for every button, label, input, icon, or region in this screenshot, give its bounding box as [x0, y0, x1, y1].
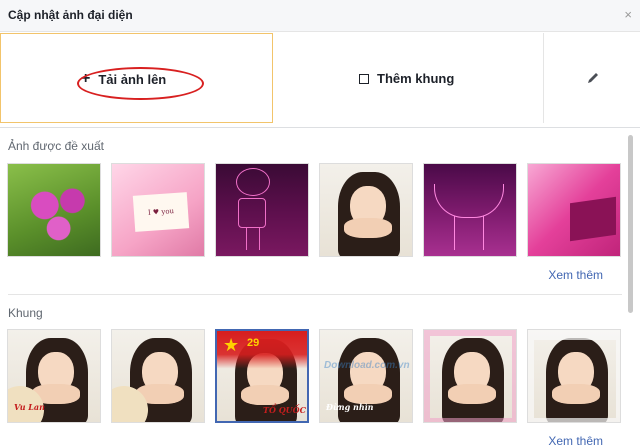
- add-frame-content: Thêm khung: [359, 71, 454, 86]
- add-frame-label: Thêm khung: [377, 71, 455, 86]
- dialog-header: Cập nhật ảnh đại diện ×: [0, 0, 640, 32]
- frame-option-3[interactable]: ★ 29 TỔ QUỐC: [215, 329, 309, 423]
- suggested-photo-girl[interactable]: [319, 163, 413, 257]
- neon-legs-2: [454, 216, 484, 250]
- note-frame-overlay: [528, 330, 620, 422]
- frame-option-1[interactable]: Vu Lan: [7, 329, 101, 423]
- frame-text: TỔ QUỐC: [263, 405, 306, 415]
- see-more-frames-link[interactable]: Xem thêm: [548, 434, 603, 448]
- neon-legs: [246, 228, 260, 250]
- suggested-photo-orchid[interactable]: [7, 163, 101, 257]
- suggested-photo-love-card[interactable]: I ♥ you: [111, 163, 205, 257]
- date-badge: 29: [247, 337, 260, 349]
- frame-options: Vu Lan ★ 29 TỔ QUỐC Download.com.vn Đừng…: [7, 329, 621, 423]
- frame-text: Vu Lan: [14, 402, 45, 412]
- star-icon: ★: [223, 335, 240, 355]
- see-more-suggested-link[interactable]: Xem thêm: [548, 268, 603, 282]
- upload-photo-button[interactable]: + Tải ảnh lên: [0, 33, 273, 123]
- frames-section-title: Khung: [8, 306, 43, 320]
- frame-option-4[interactable]: Download.com.vn Đừng nhìn: [319, 329, 413, 423]
- frame-text: Đừng nhìn: [326, 402, 374, 412]
- suggested-section-title: Ảnh được đề xuất: [8, 139, 104, 153]
- pencil-icon: [588, 73, 598, 83]
- close-icon[interactable]: ×: [624, 7, 632, 22]
- heart-frame-overlay: [424, 330, 516, 422]
- frame-option-2[interactable]: [111, 329, 205, 423]
- annotation-ellipse: [77, 67, 204, 100]
- scrollbar-thumb[interactable]: [628, 135, 633, 313]
- suggested-photo-pink[interactable]: [527, 163, 621, 257]
- add-frame-button[interactable]: Thêm khung: [273, 33, 543, 123]
- suggested-photos: I ♥ you: [7, 163, 621, 257]
- girl-hands: [344, 384, 392, 404]
- neon-head: [236, 168, 270, 196]
- frame-option-6[interactable]: [527, 329, 621, 423]
- pink-block: [570, 196, 616, 242]
- suggested-photo-neon[interactable]: [215, 163, 309, 257]
- watermark: Download.com.vn: [324, 360, 410, 371]
- neon-body: [238, 198, 266, 228]
- sketch-overlay: [112, 382, 152, 422]
- edit-button[interactable]: [543, 33, 640, 123]
- suggested-photo-neon-2[interactable]: [423, 163, 517, 257]
- love-card: I ♥ you: [132, 192, 190, 232]
- dialog-title: Cập nhật ảnh đại diện: [8, 8, 133, 22]
- girl-hands: [344, 218, 392, 238]
- section-divider: [8, 294, 622, 295]
- frame-icon: [359, 73, 369, 84]
- frame-option-5[interactable]: [423, 329, 517, 423]
- neon-arc: [434, 184, 504, 218]
- action-row: + Tải ảnh lên Thêm khung: [0, 33, 640, 128]
